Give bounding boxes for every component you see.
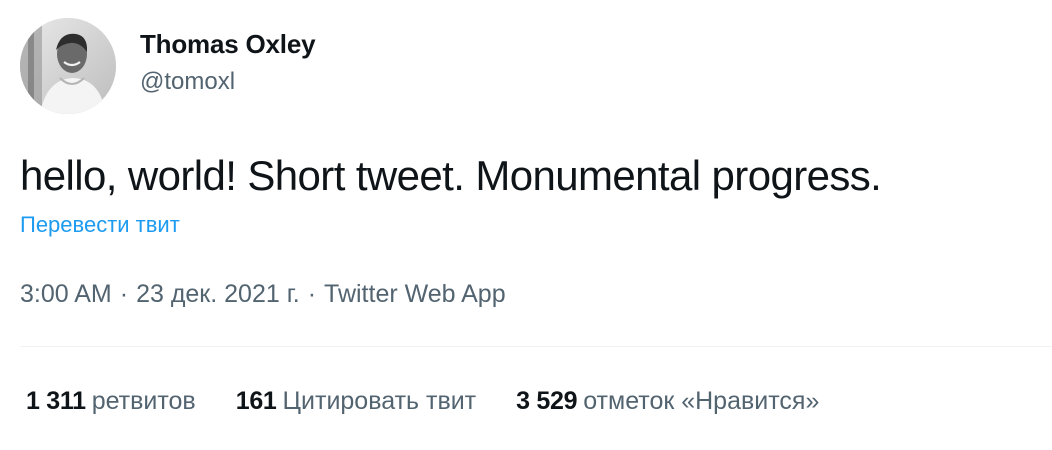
tweet-meta: 3:00 AM · 23 дек. 2021 г. · Twitter Web App (20, 276, 506, 312)
author-names: Thomas Oxley @tomoxl (140, 27, 316, 99)
author-display-name[interactable]: Thomas Oxley (140, 27, 316, 61)
quotes-stat[interactable]: 161 Цитировать твит (236, 383, 476, 419)
retweets-label: ретвитов (91, 387, 196, 415)
meta-separator: · (307, 280, 317, 308)
tweet-card: Thomas Oxley @tomoxl hello, world! Short… (0, 0, 1052, 450)
tweet-stats: 1 311 ретвитов 161 Цитировать твит 3 529 от… (26, 383, 859, 419)
tweet-date[interactable]: 23 дек. 2021 г. (136, 280, 300, 308)
retweets-count: 1 311 (26, 387, 86, 415)
avatar[interactable] (20, 18, 116, 114)
translate-tweet-link[interactable]: Перевести твит (20, 210, 180, 240)
tweet-author[interactable]: Thomas Oxley @tomoxl (20, 18, 316, 114)
likes-count: 3 529 (516, 387, 578, 415)
quotes-count: 161 (235, 387, 277, 415)
likes-label: отметок «Нравится» (583, 387, 820, 415)
tweet-text: hello, world! Short tweet. Monumental pr… (20, 152, 882, 199)
tweet-source[interactable]: Twitter Web App (324, 280, 506, 308)
quotes-label: Цитировать твит (282, 387, 477, 415)
avatar-photo-icon (20, 18, 116, 114)
tweet-time[interactable]: 3:00 AM (20, 280, 112, 308)
retweets-stat[interactable]: 1 311 ретвитов (26, 383, 196, 419)
meta-separator: · (119, 280, 129, 308)
author-handle[interactable]: @tomoxl (140, 65, 315, 99)
divider (20, 346, 1052, 347)
likes-stat[interactable]: 3 529 отметок «Нравится» (516, 383, 819, 419)
